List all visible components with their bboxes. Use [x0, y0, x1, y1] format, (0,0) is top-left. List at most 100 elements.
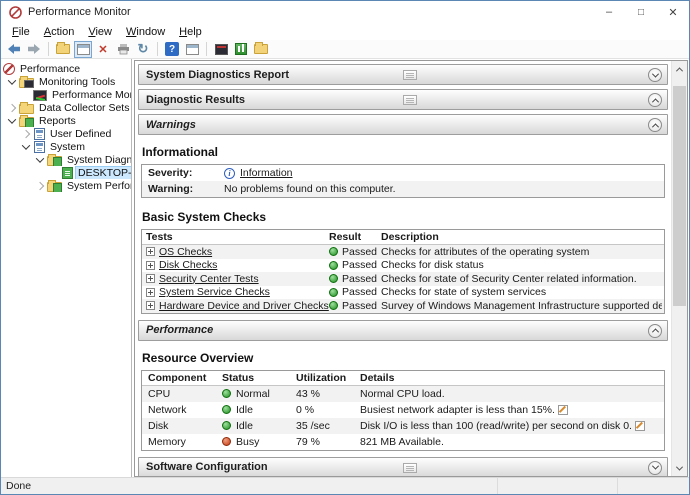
basic-system-checks: Basic System Checks Tests Result Descrip… [138, 204, 668, 320]
menu-window[interactable]: Window [119, 25, 172, 39]
passed-icon [329, 247, 338, 256]
vertical-scrollbar[interactable] [671, 61, 687, 476]
tree-item-reports[interactable]: Reports [1, 114, 131, 127]
status-text: Done [1, 480, 497, 492]
show-console-tree-icon[interactable] [74, 41, 92, 58]
toolbar-separator [48, 42, 49, 56]
chevron-up-icon [651, 123, 658, 130]
tree-item-system[interactable]: System [1, 140, 131, 153]
test-link[interactable]: System Service Checks [159, 286, 270, 298]
status-idle-icon [222, 421, 231, 430]
test-link[interactable]: Hardware Device and Driver Checks [159, 300, 329, 312]
section-performance[interactable]: Performance [138, 320, 668, 341]
expand-chevron-icon[interactable] [36, 154, 44, 162]
refresh-icon[interactable]: ↻ [134, 41, 152, 58]
menu-bar: File Action View Window Help [1, 23, 689, 40]
collapse-button[interactable] [648, 118, 662, 132]
report-icon [34, 128, 45, 140]
passed-icon [329, 288, 338, 297]
collapse-button[interactable] [648, 93, 662, 107]
tree-item-data-collector-sets[interactable]: Data Collector Sets [1, 101, 131, 114]
report-green-icon [62, 167, 73, 179]
folder-tools-icon [19, 78, 34, 88]
section-warnings[interactable]: Warnings [138, 114, 668, 135]
performance-monitor-window: Performance Monitor – □ ✕ File Action Vi… [0, 0, 690, 495]
chevron-down-icon [651, 463, 658, 470]
expand-chevron-icon[interactable] [8, 115, 16, 123]
informational-heading: Informational [142, 145, 665, 159]
export-icon[interactable] [54, 41, 72, 58]
tree-item-user-defined[interactable]: User Defined [1, 127, 131, 140]
test-link[interactable]: Disk Checks [159, 259, 217, 271]
expand-plus-icon[interactable] [146, 261, 155, 270]
expand-chevron-icon[interactable] [8, 76, 16, 84]
section-diagnostic-results[interactable]: Diagnostic Results [138, 89, 668, 110]
note-icon[interactable] [635, 421, 645, 431]
table-header: Tests Result Description [142, 230, 664, 245]
table-header: Component Status Utilization Details [142, 371, 664, 386]
back-arrow-icon[interactable] [5, 41, 23, 58]
system-diagnostics-report: System Diagnostics Report Diagnostic Res… [135, 61, 671, 476]
information-link[interactable]: Information [240, 167, 293, 179]
section-system-diagnostics-report[interactable]: System Diagnostics Report [138, 64, 668, 85]
collapse-button[interactable] [648, 461, 662, 475]
scroll-up-button[interactable] [672, 61, 687, 77]
expand-plus-icon[interactable] [146, 288, 155, 297]
chevron-down-icon [676, 463, 683, 470]
basic-checks-table: Tests Result Description OS Checks Passe… [141, 229, 665, 314]
scroll-down-button[interactable] [672, 460, 687, 476]
menu-action[interactable]: Action [37, 25, 82, 39]
expand-plus-icon[interactable] [146, 274, 155, 283]
main-area: Performance Monitoring Tools Performance… [1, 59, 689, 477]
chevron-up-icon [651, 98, 658, 105]
menu-view[interactable]: View [81, 25, 119, 39]
maximize-button[interactable]: □ [625, 1, 657, 23]
tree-item-system-performance[interactable]: System Performance [1, 179, 131, 192]
expand-plus-icon[interactable] [146, 301, 155, 310]
expand-chevron-icon[interactable] [36, 181, 44, 189]
table-row: Network Idle 0 % Busiest network adapter… [142, 402, 664, 418]
titlebar: Performance Monitor – □ ✕ [1, 1, 689, 23]
status-normal-icon [222, 389, 231, 398]
expand-chevron-icon[interactable] [8, 103, 16, 111]
menu-file[interactable]: File [5, 25, 37, 39]
minimize-button[interactable]: – [593, 1, 625, 23]
expand-chevron-icon[interactable] [22, 141, 30, 149]
folder-icon[interactable] [252, 41, 270, 58]
status-bar: Done [1, 477, 689, 494]
close-button[interactable]: ✕ [657, 1, 689, 23]
scrollbar-thumb[interactable] [673, 86, 686, 306]
forward-arrow-icon[interactable] [25, 41, 43, 58]
help-icon[interactable]: ? [163, 41, 181, 58]
tree-item-monitoring-tools[interactable]: Monitoring Tools [1, 75, 131, 88]
tree-item-performance-monitor[interactable]: Performance Monitor [1, 88, 131, 101]
status-panel [497, 478, 617, 494]
note-icon[interactable] [558, 405, 568, 415]
expand-plus-icon[interactable] [146, 247, 155, 256]
test-link[interactable]: Security Center Tests [159, 273, 259, 285]
tree-item-system-diagnostics[interactable]: System Diagnostics [1, 153, 131, 166]
table-icon [403, 70, 417, 80]
console-icon[interactable] [212, 41, 230, 58]
new-window-icon[interactable] [183, 41, 201, 58]
print-icon[interactable] [114, 41, 132, 58]
menu-help[interactable]: Help [172, 25, 209, 39]
collapse-button[interactable] [648, 68, 662, 82]
table-row: Warning: No problems found on this compu… [142, 181, 664, 197]
table-icon [403, 463, 417, 473]
tree-item-desktop-report[interactable]: DESKTOP-Q54P [1, 166, 131, 179]
table-row: Security Center Tests Passed Checks for … [142, 272, 664, 286]
section-software-configuration[interactable]: Software Configuration [138, 457, 668, 477]
delete-icon[interactable]: ✕ [94, 41, 112, 58]
resource-overview-heading: Resource Overview [142, 351, 665, 365]
resource-overview-table: Component Status Utilization Details CPU… [141, 370, 665, 451]
tree-item-performance[interactable]: Performance [1, 62, 131, 75]
toolbar: ✕ ↻ ? [1, 40, 689, 59]
test-link[interactable]: OS Checks [159, 246, 212, 258]
warnings-content: Informational Severity: i Information Wa… [138, 139, 668, 204]
expand-chevron-icon[interactable] [22, 129, 30, 137]
chevron-down-icon [651, 70, 658, 77]
toolbar-separator [157, 42, 158, 56]
collapse-button[interactable] [648, 324, 662, 338]
chart-icon[interactable] [232, 41, 250, 58]
